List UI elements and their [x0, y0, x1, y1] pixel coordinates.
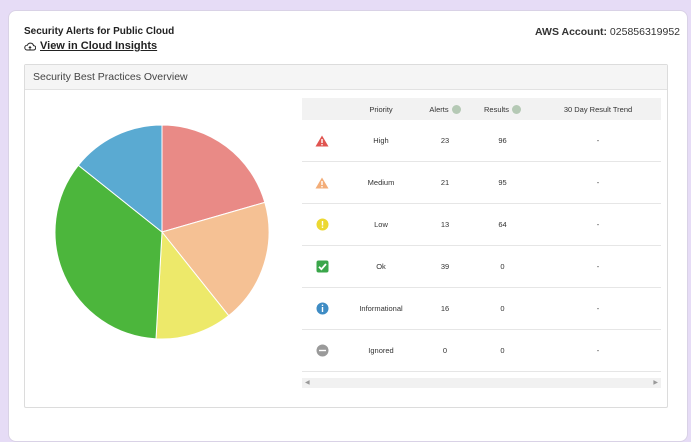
- view-in-cloud-insights-link[interactable]: View in Cloud Insights: [24, 40, 157, 52]
- header-results[interactable]: Results: [470, 104, 535, 114]
- panel-title: Security Best Practices Overview: [25, 65, 667, 90]
- page-title: Security Alerts for Public Cloud: [24, 26, 175, 37]
- row-alerts: 16: [440, 304, 450, 313]
- row-results: 0: [500, 304, 505, 313]
- row-priority: High: [373, 136, 389, 145]
- header-results-label: Results: [483, 104, 509, 114]
- row-alerts: 23: [440, 136, 450, 145]
- table-row[interactable]: Ok 39 0 -: [302, 246, 661, 288]
- minus-circle-gray-icon: [316, 344, 328, 357]
- exclamation-circle-yellow-icon: [316, 218, 328, 231]
- row-alerts: 0: [442, 346, 448, 355]
- aws-account-id: 025856319952: [609, 26, 680, 38]
- horizontal-scrollbar[interactable]: ◀ ▶: [302, 378, 661, 388]
- header-priority[interactable]: Priority: [342, 105, 420, 114]
- table-row[interactable]: Informational 16 0 -: [302, 288, 661, 330]
- table-header: Priority Alerts Results 30 Day Result Tr…: [302, 98, 661, 120]
- row-results: 0: [500, 262, 505, 271]
- header-alerts[interactable]: Alerts: [420, 104, 470, 114]
- row-trend: -: [596, 346, 600, 355]
- row-alerts: 39: [440, 262, 450, 271]
- row-trend: -: [596, 304, 600, 313]
- cloud-icon: [24, 42, 36, 50]
- row-priority: Medium: [367, 178, 395, 187]
- row-trend: -: [596, 262, 600, 271]
- row-results: 95: [498, 178, 507, 187]
- warning-triangle-red-icon: [315, 135, 329, 146]
- table-row[interactable]: Ignored 0 0 -: [302, 330, 661, 372]
- row-priority: Ignored: [368, 346, 394, 355]
- header-trend[interactable]: 30 Day Result Trend: [535, 105, 661, 114]
- aws-account-label: AWS Account:: [535, 26, 607, 38]
- row-alerts: 21: [440, 178, 450, 187]
- row-trend: -: [596, 136, 600, 145]
- check-square-green-icon: [316, 260, 328, 273]
- row-results: 0: [500, 346, 505, 355]
- scroll-right-arrow-icon[interactable]: ▶: [653, 379, 658, 386]
- row-trend: -: [596, 220, 600, 229]
- pie-chart: [55, 125, 269, 339]
- scroll-left-arrow-icon[interactable]: ◀: [305, 379, 310, 386]
- info-icon[interactable]: [512, 104, 521, 114]
- table-row[interactable]: Low 13 64 -: [302, 204, 661, 246]
- row-results: 64: [498, 220, 507, 229]
- info-circle-blue-icon: [316, 302, 328, 315]
- priority-table: Priority Alerts Results 30 Day Result Tr…: [302, 98, 661, 388]
- table-row[interactable]: High 23 96 -: [302, 120, 661, 162]
- table-row[interactable]: Medium 21 95 -: [302, 162, 661, 204]
- row-priority: Ok: [376, 262, 386, 271]
- row-trend: -: [596, 178, 600, 187]
- security-overview-panel: Security Best Practices Overview Priorit…: [24, 64, 668, 408]
- row-results: 96: [498, 136, 507, 145]
- info-icon[interactable]: [451, 104, 461, 114]
- header-alerts-label: Alerts: [429, 104, 449, 114]
- row-priority: Informational: [359, 304, 403, 313]
- row-alerts: 13: [440, 220, 450, 229]
- warning-triangle-orange-icon: [315, 177, 329, 188]
- view-in-cloud-insights-label: View in Cloud Insights: [40, 40, 158, 52]
- row-priority: Low: [374, 220, 388, 229]
- aws-account: AWS Account: 025856319952: [535, 26, 680, 38]
